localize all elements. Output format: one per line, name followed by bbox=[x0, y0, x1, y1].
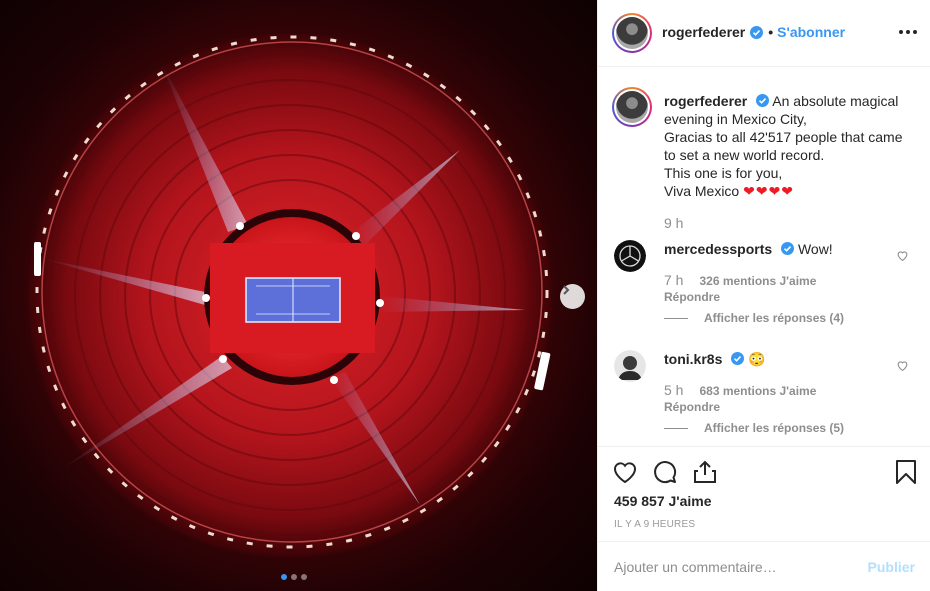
profile-picture bbox=[616, 91, 648, 123]
comment-timestamp: 5 h bbox=[664, 382, 684, 398]
header-username[interactable]: rogerfederer bbox=[662, 24, 745, 40]
verified-badge-icon bbox=[750, 25, 764, 39]
post-actions: 459 857 J'aime IL Y A 9 HEURES Publier bbox=[598, 446, 930, 591]
caption-line: This one is for you, bbox=[664, 165, 783, 181]
caption-timestamp: 9 h bbox=[664, 215, 684, 231]
view-replies-button[interactable]: Afficher les réponses (4) bbox=[664, 311, 844, 325]
likes-count[interactable]: 459 857 J'aime bbox=[614, 493, 712, 509]
view-replies-button[interactable]: Afficher les réponses (5) bbox=[664, 421, 844, 435]
heart-icon[interactable] bbox=[896, 359, 909, 372]
avatar[interactable] bbox=[614, 350, 646, 382]
caption-line: Gracias to all 42'517 people that came bbox=[664, 129, 903, 145]
post-side-panel: rogerfederer • S'abonner rogerfederer An… bbox=[597, 0, 930, 591]
comment-text: Wow! bbox=[797, 241, 833, 257]
publish-button[interactable]: Publier bbox=[868, 559, 915, 575]
comment-username[interactable]: toni.kr8s bbox=[664, 351, 722, 367]
add-comment-bar: Publier bbox=[598, 541, 930, 591]
replies-divider bbox=[664, 427, 688, 429]
next-photo-button[interactable] bbox=[560, 284, 585, 309]
post-photo[interactable] bbox=[0, 0, 597, 591]
caption-line: Viva Mexico bbox=[664, 183, 740, 199]
post-header: rogerfederer • S'abonner bbox=[598, 0, 930, 67]
comment-username[interactable]: mercedessports bbox=[664, 241, 772, 257]
caption-line: to set a new world record. bbox=[664, 147, 825, 163]
carousel-indicator bbox=[281, 574, 307, 580]
chevron-right-icon bbox=[563, 285, 570, 295]
carousel-dot bbox=[281, 574, 287, 580]
comment-likes[interactable]: 683 mentions J'aime bbox=[699, 384, 816, 398]
comment-likes[interactable]: 326 mentions J'aime bbox=[699, 274, 816, 288]
reply-button[interactable]: Répondre bbox=[664, 400, 720, 414]
comment-input[interactable] bbox=[614, 556, 854, 578]
comment-icon[interactable] bbox=[652, 459, 678, 485]
replies-divider bbox=[664, 317, 688, 319]
verified-badge-icon bbox=[781, 242, 795, 255]
verified-badge-icon bbox=[731, 352, 745, 365]
view-replies-label: Afficher les réponses (4) bbox=[704, 311, 845, 325]
reply-button[interactable]: Répondre bbox=[664, 290, 720, 304]
post-timestamp: IL Y A 9 HEURES bbox=[614, 519, 696, 530]
heart-icon[interactable] bbox=[896, 249, 909, 262]
follow-button[interactable]: S'abonner bbox=[777, 24, 845, 40]
caption-username[interactable]: rogerfederer bbox=[664, 93, 747, 109]
caption-avatar[interactable] bbox=[612, 87, 652, 127]
bookmark-icon[interactable] bbox=[893, 459, 919, 485]
carousel-dot bbox=[291, 574, 297, 580]
separator-dot: • bbox=[768, 24, 774, 40]
verified-badge-icon bbox=[756, 94, 770, 107]
share-icon[interactable] bbox=[692, 459, 718, 485]
carousel-dot bbox=[301, 574, 307, 580]
caption-line: An absolute magical bbox=[772, 93, 899, 109]
avatar[interactable] bbox=[614, 240, 646, 272]
more-options-icon[interactable] bbox=[899, 30, 917, 34]
comment-timestamp: 7 h bbox=[664, 272, 684, 288]
view-replies-label: Afficher les réponses (5) bbox=[704, 421, 845, 435]
heart-icon[interactable] bbox=[612, 459, 638, 485]
profile-picture bbox=[616, 17, 648, 49]
heart-emojis: ❤❤❤❤ bbox=[743, 183, 795, 199]
post-caption: rogerfederer An absolute magical evening… bbox=[664, 92, 914, 200]
caption-line: evening in Mexico City, bbox=[664, 111, 807, 127]
avatar[interactable] bbox=[612, 13, 652, 53]
stadium-aerial-image bbox=[28, 33, 552, 557]
comment-text: 😳 bbox=[748, 351, 766, 367]
